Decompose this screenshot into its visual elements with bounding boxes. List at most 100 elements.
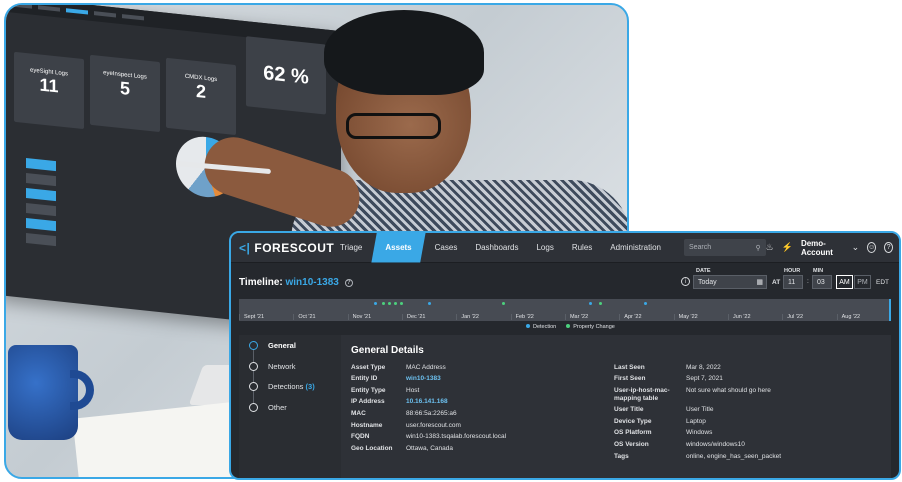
detail-value: online, engine_has_seen_packet — [686, 453, 782, 460]
time-separator: : — [807, 278, 809, 285]
detection-marker[interactable] — [374, 302, 377, 305]
help-icon[interactable]: ? — [884, 242, 893, 253]
detail-key: First Seen — [614, 375, 646, 382]
bolt-icon[interactable]: ⚡ — [782, 242, 793, 253]
detail-row-os-version: OS Version windows/windows10 — [614, 441, 836, 449]
nav-assets[interactable]: Assets — [371, 233, 426, 263]
detail-value: Host — [406, 387, 420, 394]
person-glasses — [346, 113, 441, 139]
entity-id-link[interactable]: win10-1383 — [406, 375, 556, 383]
brand-logo[interactable]: <| FORESCOUT — [239, 240, 334, 255]
detail-key: FQDN — [351, 433, 370, 440]
step-circle-icon — [249, 362, 258, 371]
search-icon[interactable]: ⚲ — [756, 244, 761, 252]
hour-label: HOUR — [784, 268, 801, 274]
month-label: Nov '21 — [347, 314, 402, 320]
calendar-icon[interactable]: ▦ — [756, 278, 763, 286]
detail-value: Laptop — [686, 418, 706, 425]
detail-row-hostname: Hostname user.forescout.com — [351, 422, 556, 430]
sidebar-item-general[interactable]: General — [249, 341, 296, 350]
detection-marker[interactable] — [589, 302, 592, 305]
sidebar-item-label: Network — [268, 362, 296, 371]
sidebar-item-label: Other — [268, 403, 287, 412]
sidebar-item-label: Detections — [268, 382, 304, 391]
detail-key: OS Version — [614, 441, 649, 448]
detail-row-fqdn: FQDN win10-1383.tsqalab.forescout.local — [351, 433, 556, 441]
policy-bar — [26, 203, 56, 217]
property-change-marker[interactable] — [388, 302, 391, 305]
detail-key: OS Platform — [614, 429, 652, 436]
property-change-marker[interactable] — [382, 302, 385, 305]
min-label: MIN — [813, 268, 824, 274]
detail-row-tags: Tags online, engine_has_seen_packet — [614, 453, 836, 461]
search-placeholder: Search — [688, 244, 712, 251]
pm-toggle[interactable]: PM — [854, 275, 871, 289]
sidebar-item-detections[interactable]: Detections (3) — [249, 382, 315, 391]
detail-row-first-seen: First Seen Sept 7, 2021 — [614, 375, 836, 383]
flame-icon[interactable]: ♨ — [766, 242, 774, 253]
timezone-label: EDT — [876, 279, 889, 286]
timeline-header: Timeline: win10-1383 ? DATE i Today ▦ AT… — [231, 263, 899, 301]
am-toggle[interactable]: AM — [836, 275, 853, 289]
property-change-dot-icon — [566, 324, 571, 328]
chevron-down-icon[interactable]: ⌄ — [852, 242, 860, 253]
policy-bar — [26, 158, 56, 172]
detail-row-mapping-table: User-ip-host-mac-mapping table Not sure w… — [614, 387, 836, 403]
timeline-current-marker[interactable] — [889, 299, 891, 321]
policy-bar — [26, 218, 56, 232]
minute-input[interactable]: 03 — [812, 275, 832, 289]
property-change-marker[interactable] — [502, 302, 505, 305]
month-label: Jun '22 — [727, 314, 782, 320]
detection-marker[interactable] — [644, 302, 647, 305]
sidebar-item-label: General — [268, 341, 296, 350]
nav-rules[interactable]: Rules — [563, 233, 601, 263]
policy-bar — [26, 188, 56, 202]
nav-cases[interactable]: Cases — [426, 233, 467, 263]
nav-logs[interactable]: Logs — [527, 233, 562, 263]
nav-triage[interactable]: Triage — [331, 233, 371, 263]
logo-mark-icon: <| — [239, 240, 251, 255]
month-label: Feb '22 — [510, 314, 565, 320]
timeline-track[interactable]: Sept '21 Oct '21 Nov '21 Dec '21 Jan '22… — [239, 299, 891, 321]
detail-value: Ottawa, Canada — [406, 445, 453, 452]
monitor-tile-percent: 62 % — [246, 36, 326, 115]
legend-detection: Detection — [526, 324, 556, 330]
property-change-marker[interactable] — [394, 302, 397, 305]
detail-value: User Title — [686, 406, 714, 413]
user-icon[interactable]: ☺ — [867, 242, 877, 253]
detail-key: User-ip-host-mac-mapping table — [614, 387, 670, 402]
detections-count: (3) — [305, 382, 315, 391]
detection-marker[interactable] — [428, 302, 431, 305]
detail-value: win10-1383.tsqalab.forescout.local — [406, 433, 507, 440]
date-picker[interactable]: Today ▦ — [693, 275, 767, 289]
detail-key: Hostname — [351, 422, 383, 429]
percent-value: 62 % — [263, 61, 309, 89]
account-name[interactable]: Demo-Account — [801, 239, 844, 257]
detail-row-geo-location: Geo Location Ottawa, Canada — [351, 445, 556, 453]
detection-dot-icon — [526, 324, 530, 328]
search-input[interactable]: Search ⚲ — [683, 239, 766, 256]
sidebar-item-other[interactable]: Other — [249, 403, 287, 412]
detail-key: Last Seen — [614, 364, 645, 371]
step-circle-icon — [249, 341, 258, 350]
nav-administration[interactable]: Administration — [601, 233, 670, 263]
date-info-icon[interactable]: i — [681, 277, 690, 286]
detail-row-entity-type: Entity Type Host — [351, 387, 556, 395]
ip-address-link[interactable]: 10.16.141.168 — [406, 398, 556, 406]
monitor-tile-cmdx: CMDX Logs 2 — [166, 57, 236, 136]
hour-input[interactable]: 11 — [783, 275, 803, 289]
month-label: Dec '21 — [401, 314, 456, 320]
detail-key: User Title — [614, 406, 644, 413]
policy-bar — [26, 173, 56, 187]
person-hair — [324, 10, 484, 95]
month-label: Apr '22 — [619, 314, 673, 320]
detail-row-ip-address: IP Address 10.16.141.168 — [351, 398, 556, 406]
nav-dashboards[interactable]: Dashboards — [466, 233, 527, 263]
sidebar-item-network[interactable]: Network — [249, 362, 296, 371]
detail-key: IP Address — [351, 398, 385, 405]
info-icon[interactable]: ? — [344, 279, 353, 287]
date-value: Today — [698, 278, 717, 286]
month-label: May '22 — [673, 314, 728, 320]
property-change-marker[interactable] — [599, 302, 602, 305]
property-change-marker[interactable] — [400, 302, 403, 305]
